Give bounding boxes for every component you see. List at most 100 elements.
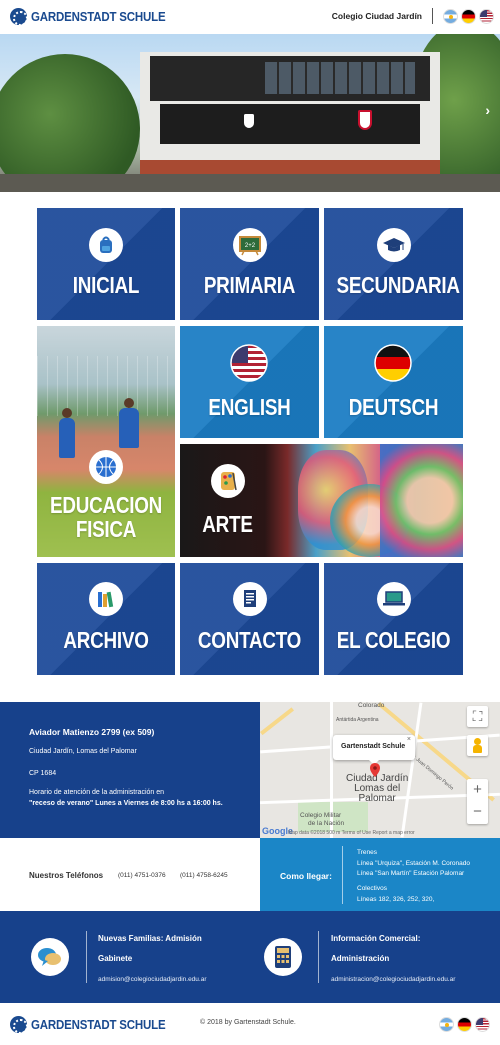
- tile-label: EL COLEGIO: [336, 627, 451, 653]
- chalkboard-text: 2+2: [245, 243, 256, 249]
- us-flag-icon: [230, 344, 268, 382]
- tile-el-colegio[interactable]: EL COLEGIO: [324, 563, 463, 675]
- tile-label: PRIMARIA: [203, 272, 296, 298]
- transport-line: Colectivos: [357, 885, 387, 892]
- tile-contacto[interactable]: CONTACTO: [180, 563, 319, 675]
- runner-figure: [119, 398, 139, 448]
- map-info-window[interactable]: Gartenstadt Schule ×: [333, 735, 415, 765]
- google-map[interactable]: Colorado Antártida Argentina Gdor. Juan …: [260, 702, 500, 838]
- map-info-title: Gartenstadt Schule: [341, 743, 406, 750]
- transport-divider: [342, 846, 343, 904]
- address-cp: CP 1684: [29, 770, 57, 777]
- runner-figure: [59, 408, 75, 458]
- books-icon: [89, 582, 123, 616]
- address-title: Aviador Matienzo 2799 (ex 509): [29, 727, 155, 737]
- phones-panel: Nuestros Teléfonos (011) 4751-0376 (011)…: [0, 838, 260, 911]
- address-city: Ciudad Jardín, Lomas del Palomar: [29, 748, 137, 755]
- map-label: Colorado: [358, 702, 385, 709]
- map-pin-icon[interactable]: [370, 763, 380, 777]
- tile-english[interactable]: ENGLISH: [180, 326, 319, 438]
- logo-emblem-icon: [10, 1016, 28, 1034]
- school-shield-icon: [244, 114, 254, 128]
- map-zoom-control: + −: [467, 779, 488, 824]
- hero-ground: [0, 174, 500, 192]
- map-label: de la Nación: [308, 820, 345, 827]
- tile-deutsch[interactable]: DEUTSCH: [324, 326, 463, 438]
- logo-emblem-icon: [10, 8, 28, 26]
- close-icon[interactable]: ×: [407, 736, 411, 743]
- next-slide-arrow-icon[interactable]: ›: [485, 102, 490, 118]
- germany-flag-icon[interactable]: [461, 8, 476, 24]
- transport-line: Línea "San Martín" Estación Palomar: [357, 870, 465, 877]
- families-subtitle: Gabinete: [98, 954, 133, 963]
- tile-label: ENGLISH: [208, 394, 291, 420]
- transport-line: Líneas 182, 326, 252, 320,: [357, 896, 435, 903]
- hero-building-mid: [160, 104, 420, 144]
- tile-inicial[interactable]: INICIAL: [37, 208, 175, 320]
- argentina-flag-icon[interactable]: [443, 8, 458, 24]
- map-label: Antártida Argentina: [336, 717, 379, 723]
- backpack-icon: [89, 228, 123, 262]
- phone-number[interactable]: (011) 4751-0376: [118, 872, 166, 879]
- german-flag-icon: [374, 344, 412, 382]
- tile-arte[interactable]: ARTE: [180, 444, 463, 557]
- phone-number[interactable]: (011) 4758-6245: [180, 872, 228, 879]
- commercial-subtitle: Administración: [331, 954, 390, 963]
- college-link[interactable]: Colegio Ciudad Jardín: [332, 11, 422, 21]
- hero-tree: [0, 54, 140, 192]
- germany-flag-icon[interactable]: [457, 1017, 472, 1032]
- logo-text: GARDENSTADT SCHULE: [31, 9, 166, 24]
- commercial-title: Información Comercial:: [331, 934, 421, 943]
- argentina-flag-icon[interactable]: [439, 1017, 454, 1032]
- tile-label: ARCHIVO: [63, 627, 149, 653]
- header-right: Colegio Ciudad Jardín: [332, 8, 494, 24]
- office-hours-detail: "receso de verano" Lunes a Viernes de 8:…: [29, 800, 223, 807]
- tile-label: CONTACTO: [197, 627, 302, 653]
- usa-flag-icon[interactable]: [475, 1017, 490, 1032]
- tile-educacion-fisica[interactable]: EDUCACION FISICA: [37, 326, 175, 557]
- tile-label: ARTE: [202, 511, 253, 537]
- tile-archivo[interactable]: ARCHIVO: [37, 563, 175, 675]
- header-divider: [432, 8, 433, 24]
- map-attribution[interactable]: Map data ©2018 500 m Terms of Use Report…: [288, 830, 415, 836]
- painted-hands-image: [380, 444, 463, 557]
- footer: GARDENSTADT SCHULE © 2018 by Gartenstadt…: [0, 1003, 500, 1045]
- graduation-cap-icon: [377, 228, 411, 262]
- footer-logo[interactable]: GARDENSTADT SCHULE: [10, 1016, 177, 1034]
- transport-line: Trenes: [357, 849, 377, 856]
- office-hours: Horario de atención de la administración…: [29, 787, 229, 809]
- office-hours-intro: Horario de atención de la administración…: [29, 789, 165, 796]
- families-email[interactable]: admision@colegiociudadjardin.edu.ar: [98, 976, 207, 983]
- footer-flags: [436, 1017, 490, 1032]
- chat-bubbles-icon: [31, 938, 69, 976]
- zoom-in-button[interactable]: +: [467, 779, 488, 801]
- logo[interactable]: GARDENSTADT SCHULE: [10, 8, 177, 26]
- copyright: © 2018 by Gartenstadt Schule.: [200, 1019, 296, 1026]
- tile-label-line1: EDUCACION: [49, 492, 163, 518]
- school-shield-icon: [358, 110, 372, 130]
- document-icon: [233, 582, 267, 616]
- transport-panel: Como llegar: Trenes Línea "Urquiza", Est…: [260, 838, 500, 911]
- tile-secundaria[interactable]: SECUNDARIA: [324, 208, 463, 320]
- zoom-out-button[interactable]: −: [467, 801, 488, 823]
- usa-flag-icon[interactable]: [479, 8, 494, 24]
- transport-line: Línea "Urquiza", Estación M. Coronado: [357, 860, 471, 867]
- logo-text: GARDENSTADT SCHULE: [31, 1017, 166, 1032]
- tile-label: DEUTSCH: [348, 394, 439, 420]
- tile-primaria[interactable]: 2+2 PRIMARIA: [180, 208, 319, 320]
- map-label: Colegio Militar: [300, 812, 342, 819]
- contact-divider: [318, 931, 319, 983]
- tile-label: EDUCACION FISICA: [49, 493, 162, 541]
- hero-building-top: [150, 56, 430, 101]
- tile-label: SECUNDARIA: [336, 272, 461, 298]
- tile-label-line2: FISICA: [75, 516, 137, 542]
- commercial-email[interactable]: administracion@colegiociudadjardin.edu.a…: [331, 976, 455, 983]
- contact-band: Nuevas Familias: Admisión Gabinete admis…: [0, 911, 500, 1003]
- fullscreen-icon[interactable]: ⛶: [467, 706, 488, 727]
- calculator-icon: [264, 938, 302, 976]
- header: GARDENSTADT SCHULE Colegio Ciudad Jardín: [0, 0, 500, 34]
- street-view-icon[interactable]: [467, 735, 488, 756]
- phones-label: Nuestros Teléfonos: [29, 871, 104, 880]
- hero-carousel[interactable]: ›: [0, 34, 500, 192]
- contact-divider: [86, 931, 87, 983]
